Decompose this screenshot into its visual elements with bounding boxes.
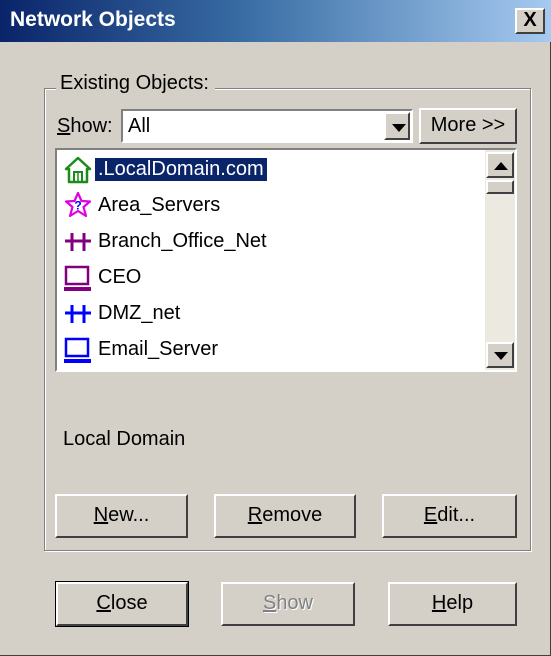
close-mnemonic: C	[96, 592, 111, 614]
house-icon	[64, 156, 92, 184]
show-mnemonic: S	[262, 592, 277, 614]
edit-label-rest: dit...	[437, 504, 476, 526]
list-item-label: .LocalDomain.com	[95, 158, 267, 181]
show-label-rest: how	[276, 592, 314, 614]
server-icon	[64, 337, 91, 363]
remove-mnemonic: R	[247, 504, 263, 526]
window-title: Network Objects	[10, 8, 176, 31]
scroll-thumb[interactable]	[486, 180, 514, 194]
close-label-rest: lose	[110, 592, 148, 614]
network-icon	[65, 305, 91, 323]
network-objects-dialog: Network Objects X Existing Objects: Show…	[0, 0, 551, 656]
remove-label-rest: emove	[262, 504, 323, 526]
list-item-label: Branch_Office_Net	[98, 230, 267, 252]
show-button: Show	[221, 582, 355, 626]
remove-button[interactable]: Remove	[214, 494, 356, 538]
close-button[interactable]: Close	[55, 581, 189, 627]
list-item-label: Email_Server	[98, 338, 219, 360]
show-label-mnemonic: S	[57, 115, 71, 137]
scroll-up-icon[interactable]	[486, 152, 514, 178]
chevron-down-icon[interactable]	[384, 112, 410, 140]
help-button[interactable]: Help	[388, 582, 517, 626]
show-label-rest: how:	[70, 115, 113, 137]
new-button[interactable]: New...	[55, 494, 188, 538]
list-item[interactable]: Email_Server	[63, 334, 483, 368]
more-button[interactable]: More >>	[419, 108, 517, 144]
list-item[interactable]: ? Area_Servers	[63, 190, 483, 224]
list-item[interactable]: DMZ_net	[63, 298, 483, 332]
show-filter-select[interactable]: All	[121, 109, 413, 143]
show-label: Show:	[57, 115, 113, 138]
star-group-icon: ?	[64, 191, 92, 218]
show-filter-value: All	[128, 115, 151, 137]
list-item[interactable]: .LocalDomain.com	[63, 154, 483, 188]
close-window-button[interactable]: X	[515, 8, 545, 34]
workstation-icon	[64, 265, 91, 291]
new-mnemonic: N	[93, 504, 109, 526]
scroll-down-icon[interactable]	[486, 342, 514, 368]
title-bar[interactable]: Network Objects X	[0, 0, 551, 42]
help-label-rest: elp	[446, 592, 474, 614]
selected-object-description: Local Domain	[63, 428, 186, 450]
list-item-label: CEO	[98, 266, 142, 288]
svg-text:?: ?	[74, 199, 81, 213]
help-mnemonic: H	[431, 592, 447, 614]
list-item[interactable]: CEO	[63, 262, 483, 296]
edit-mnemonic: E	[423, 504, 438, 526]
objects-listbox[interactable]: .LocalDomain.com ? Area_Servers Branch_O…	[55, 148, 517, 372]
network-icon	[65, 233, 91, 251]
vertical-scrollbar[interactable]	[485, 150, 515, 370]
list-item[interactable]: Branch_Office_Net	[63, 226, 483, 260]
close-icon: X	[523, 9, 537, 31]
more-button-label: More >>	[430, 114, 506, 136]
edit-button[interactable]: Edit...	[382, 494, 517, 538]
list-item-label: Area_Servers	[98, 194, 221, 216]
list-item-label: DMZ_net	[98, 302, 181, 324]
new-label-rest: ew...	[108, 504, 150, 526]
existing-objects-label: Existing Objects:	[56, 72, 215, 95]
